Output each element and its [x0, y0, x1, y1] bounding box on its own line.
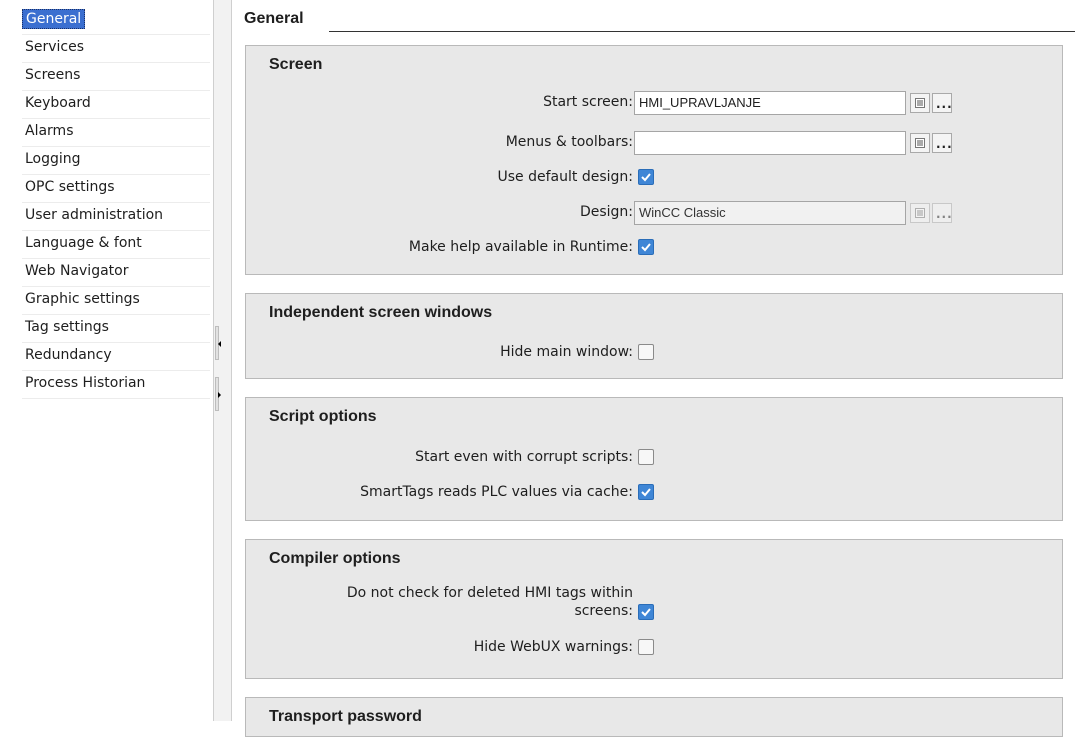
sidebar-item-label: General	[22, 9, 86, 29]
sidebar-item-alarms[interactable]: Alarms	[22, 120, 210, 147]
section-independent-screen-windows: Independent screen windows Hide main win…	[245, 293, 1063, 379]
browse-button-label: ...	[936, 207, 953, 221]
section-screen: Screen Start screen: HMI_UPRAVLJANJE ...…	[245, 45, 1063, 275]
browse-button-label: ...	[936, 137, 953, 151]
start-corrupt-checkbox[interactable]	[638, 449, 654, 465]
sidebar-item-keyboard[interactable]: Keyboard	[22, 92, 210, 119]
sidebar-item-label: Keyboard	[25, 95, 91, 111]
use-default-design-checkbox[interactable]	[638, 169, 654, 185]
section-title-transport: Transport password	[269, 708, 422, 725]
make-help-label: Make help available in Runtime:	[408, 239, 633, 255]
sidebar-item-logging[interactable]: Logging	[22, 148, 210, 175]
sidebar-item-user-administration[interactable]: User administration	[22, 204, 210, 231]
hide-main-window-label: Hide main window:	[500, 344, 633, 360]
sidebar-nav: General Services Screens Keyboard Alarms…	[0, 0, 213, 721]
sidebar-item-opc-settings[interactable]: OPC settings	[22, 176, 210, 203]
list-button[interactable]	[910, 133, 930, 153]
arrow-left-icon	[218, 341, 221, 347]
sidebar-item-label: Logging	[25, 151, 81, 167]
sidebar-item-process-historian[interactable]: Process Historian	[22, 372, 210, 399]
section-title-script: Script options	[269, 408, 377, 425]
expand-right-handle[interactable]	[215, 377, 221, 411]
no-check-label-line2: screens:	[574, 603, 633, 619]
browse-button[interactable]: ...	[932, 133, 952, 153]
smarttags-label: SmartTags reads PLC values via cache:	[360, 484, 633, 500]
design-field: WinCC Classic	[634, 201, 906, 225]
sidebar-item-general[interactable]: General	[22, 8, 210, 35]
no-check-label-line1: Do not check for deleted HMI tags within	[346, 585, 633, 601]
sidebar-item-redundancy[interactable]: Redundancy	[22, 344, 210, 371]
list-button[interactable]	[910, 93, 930, 113]
start-screen-label: Start screen:	[543, 94, 633, 110]
sidebar-item-tag-settings[interactable]: Tag settings	[22, 316, 210, 343]
sidebar-item-label: Alarms	[25, 123, 74, 139]
sidebar-item-label: User administration	[25, 207, 164, 223]
panel-splitter[interactable]	[213, 0, 232, 721]
menus-toolbars-field[interactable]	[634, 131, 906, 155]
sidebar-item-label: Redundancy	[25, 347, 112, 363]
checkmark-icon	[641, 608, 651, 617]
section-title-independent: Independent screen windows	[269, 304, 493, 321]
browse-button-label: ...	[936, 97, 953, 111]
design-label: Design:	[579, 204, 633, 220]
no-check-deleted-tags-label: Do not check for deleted HMI tags within…	[253, 584, 633, 620]
browse-button: ...	[932, 203, 952, 223]
sidebar-item-label: Graphic settings	[25, 291, 140, 307]
sidebar-item-label: Screens	[25, 67, 81, 83]
sidebar-item-web-navigator[interactable]: Web Navigator	[22, 260, 210, 287]
arrow-right-icon	[218, 392, 221, 398]
sidebar-item-label: Services	[25, 39, 85, 55]
browse-button[interactable]: ...	[932, 93, 952, 113]
sidebar-item-label: Language & font	[25, 235, 142, 251]
checkmark-icon	[641, 243, 651, 252]
list-button	[910, 203, 930, 223]
section-script-options: Script options Start even with corrupt s…	[245, 397, 1063, 521]
checkmark-icon	[641, 488, 651, 497]
sidebar-item-label: Web Navigator	[25, 263, 129, 279]
section-title-compiler: Compiler options	[269, 550, 401, 567]
start-corrupt-label: Start even with corrupt scripts:	[415, 449, 633, 465]
page-title: General	[244, 10, 304, 27]
start-screen-field[interactable]: HMI_UPRAVLJANJE	[634, 91, 906, 115]
title-divider	[329, 31, 1075, 32]
hide-webux-checkbox[interactable]	[638, 639, 654, 655]
smarttags-checkbox[interactable]	[638, 484, 654, 500]
collapse-left-handle[interactable]	[215, 326, 221, 360]
sidebar-item-language-font[interactable]: Language & font	[22, 232, 210, 259]
menus-toolbars-label: Menus & toolbars:	[505, 134, 633, 150]
sidebar-item-label: OPC settings	[25, 179, 115, 195]
sidebar-item-label: Tag settings	[25, 319, 109, 335]
sidebar-item-label: Process Historian	[25, 375, 146, 391]
sidebar-item-graphic-settings[interactable]: Graphic settings	[22, 288, 210, 315]
section-transport-password: Transport password	[245, 697, 1063, 737]
use-default-design-label: Use default design:	[497, 169, 633, 185]
sidebar-item-screens[interactable]: Screens	[22, 64, 210, 91]
section-compiler-options: Compiler options Do not check for delete…	[245, 539, 1063, 679]
list-icon	[915, 98, 925, 108]
hide-webux-label: Hide WebUX warnings:	[473, 639, 633, 655]
hide-main-window-checkbox[interactable]	[638, 344, 654, 360]
make-help-checkbox[interactable]	[638, 239, 654, 255]
list-icon	[915, 208, 925, 218]
section-title-screen: Screen	[269, 56, 323, 73]
properties-panel: General Screen Start screen: HMI_UPRAVLJ…	[232, 0, 1075, 737]
checkmark-icon	[641, 173, 651, 182]
no-check-deleted-tags-checkbox[interactable]	[638, 604, 654, 620]
sidebar-item-services[interactable]: Services	[22, 36, 210, 63]
list-icon	[915, 138, 925, 148]
